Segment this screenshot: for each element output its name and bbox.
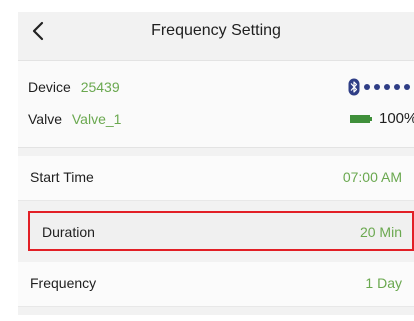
frequency-value: 1 Day — [365, 275, 402, 291]
valve-label: Valve — [28, 111, 62, 127]
duration-row[interactable]: Duration 20 Min — [28, 211, 414, 251]
battery-status: 100% — [350, 110, 414, 127]
signal-dot — [394, 84, 400, 90]
frequency-label: Frequency — [30, 275, 97, 291]
frequency-setting-screen: Frequency Setting Device 25439 Valve Val… — [18, 12, 414, 315]
start-time-row[interactable]: Start Time 07:00 AM — [18, 156, 414, 201]
back-button[interactable] — [26, 18, 52, 44]
battery-icon — [350, 114, 372, 123]
valve-name: Valve_1 — [71, 111, 122, 127]
battery-percent: 100% — [379, 110, 414, 127]
signal-dot — [384, 84, 390, 90]
signal-dot — [364, 84, 370, 90]
device-label: Device — [28, 79, 71, 95]
start-time-value: 07:00 AM — [342, 169, 402, 185]
bluetooth-icon — [348, 78, 360, 96]
valve-line: Valve Valve_1 — [28, 111, 121, 127]
signal-dot — [374, 84, 380, 90]
page-title: Frequency Setting — [151, 22, 281, 39]
duration-value: 20 Min — [359, 224, 402, 240]
start-time-label: Start Time — [30, 169, 94, 185]
frequency-row[interactable]: Frequency 1 Day — [18, 262, 414, 307]
device-info-card: Device 25439 Valve Valve_1 100% — [18, 60, 414, 148]
nav-bar: Frequency Setting — [18, 12, 414, 52]
signal-dot — [404, 84, 410, 90]
signal-dots — [364, 84, 414, 90]
device-line: Device 25439 — [28, 79, 120, 95]
signal-strength — [348, 78, 414, 96]
duration-label: Duration — [42, 224, 95, 240]
device-id: 25439 — [80, 79, 120, 95]
chevron-left-icon — [32, 21, 44, 41]
